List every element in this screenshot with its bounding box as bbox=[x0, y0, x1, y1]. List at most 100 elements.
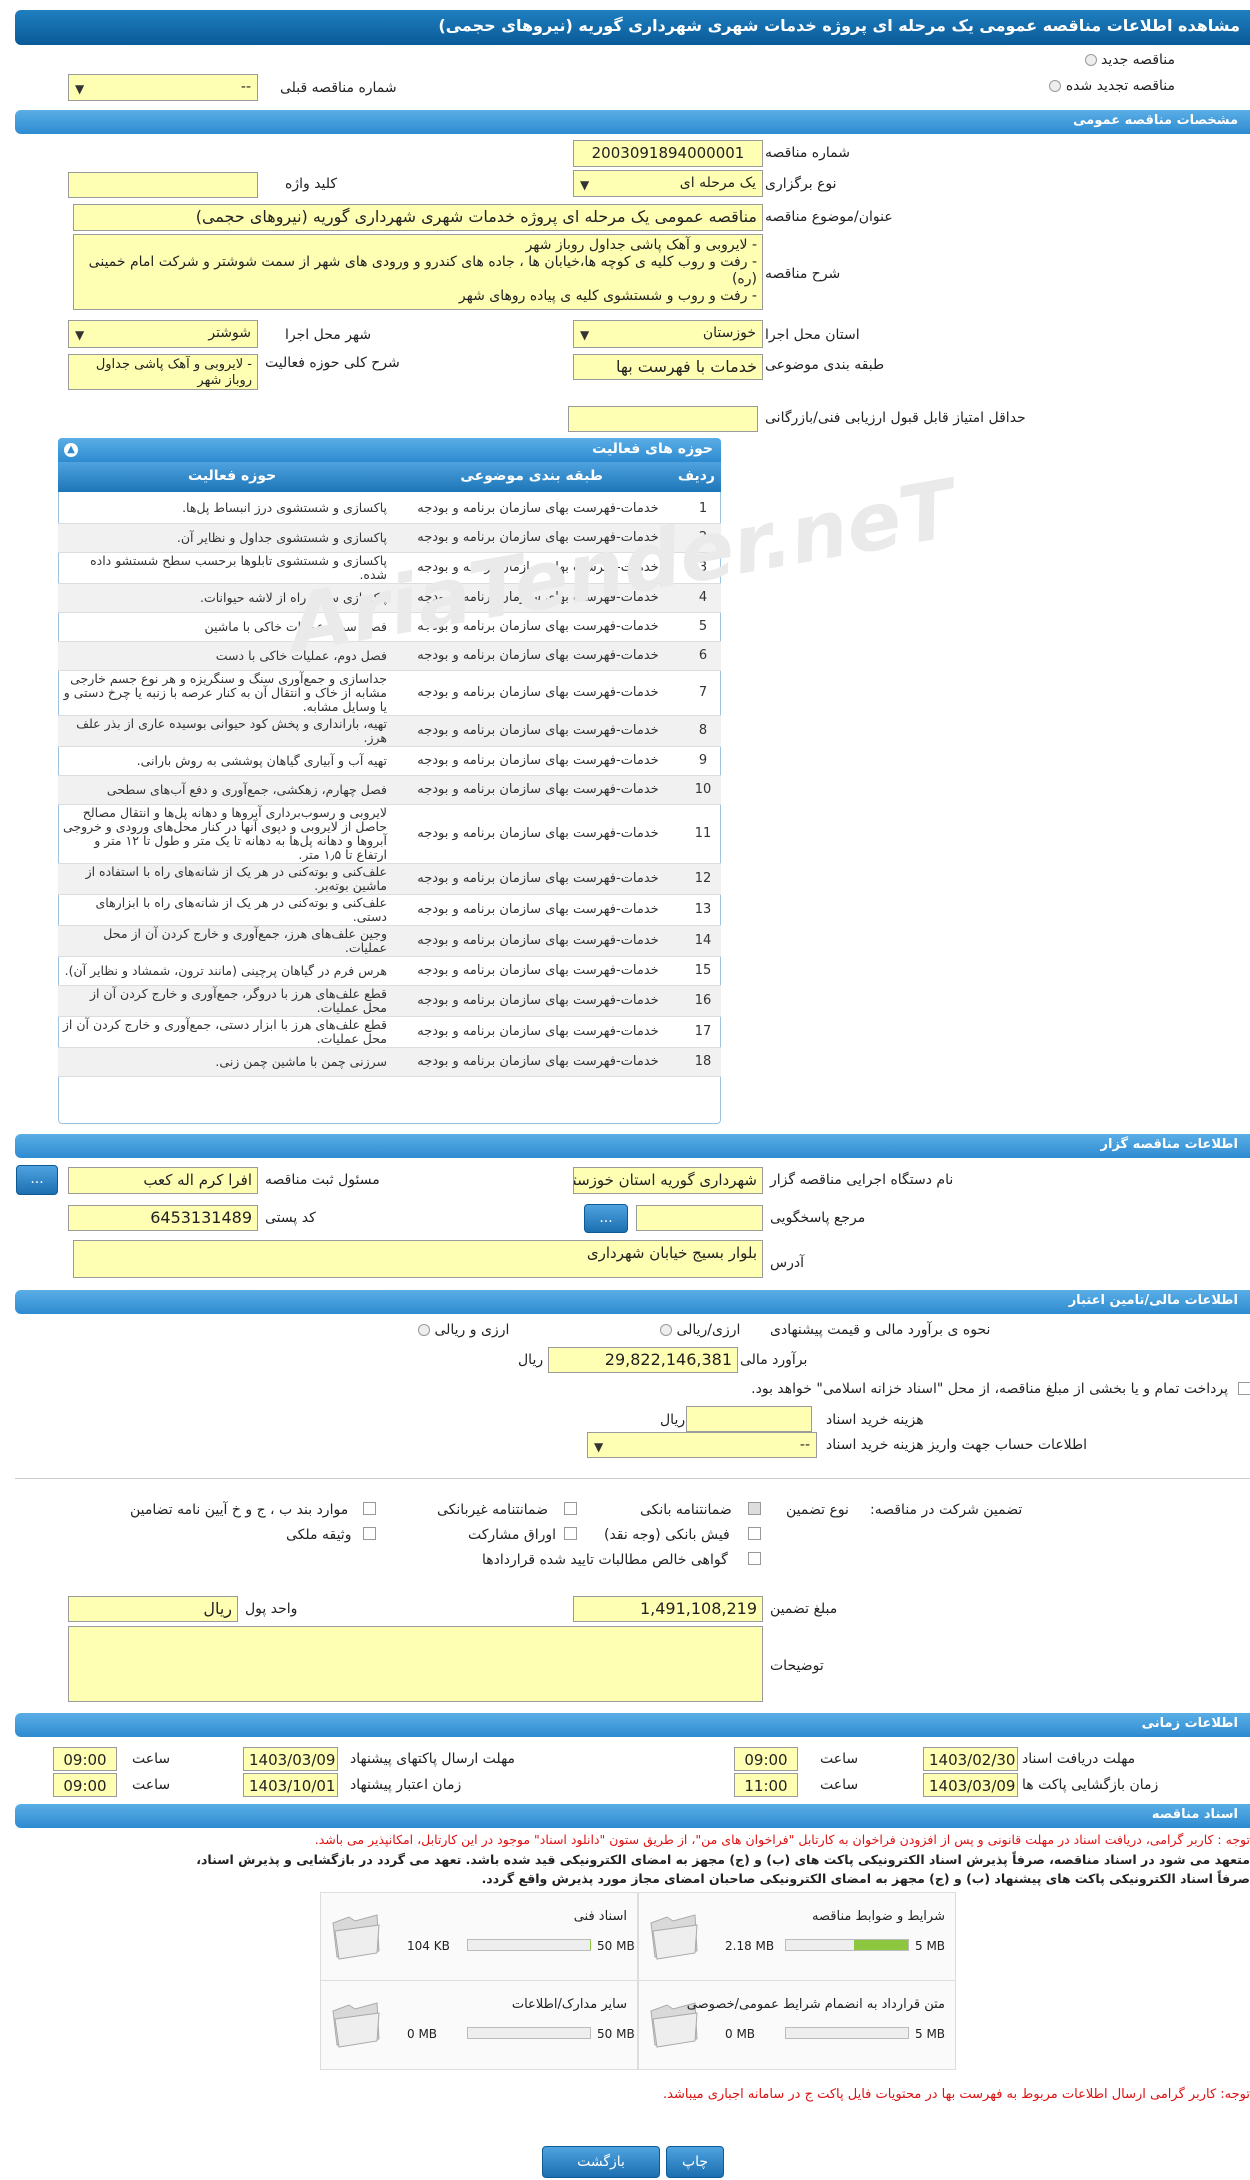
guarantee-claims-checkbox[interactable] bbox=[748, 1552, 761, 1565]
method-option-2-radio[interactable] bbox=[418, 1324, 430, 1336]
row-number: 12 bbox=[685, 863, 721, 895]
row-activity: جداسازی و جمع‌آوری سنگ و سنگریزه و هر نو… bbox=[58, 670, 391, 716]
treasury-checkbox[interactable] bbox=[1238, 1382, 1250, 1395]
document-file-box[interactable]: سایر مدارک/اطلاعات 50 MB 0 MB bbox=[320, 1980, 638, 2070]
document-file-box[interactable]: متن قرارداد به انضمام شرایط عمومی/خصوصی 5… bbox=[638, 1980, 956, 2070]
table-row: 14 خدمات-فهرست بهای سازمان برنامه و بودجه… bbox=[58, 925, 721, 957]
scope-field[interactable]: - لایروبی و آهک پاشی جداول روباز شهر bbox=[68, 354, 258, 390]
account-select[interactable]: -- ▼ bbox=[587, 1432, 817, 1458]
validity-date-field[interactable]: 1403/10/01 bbox=[243, 1773, 338, 1797]
row-number: 9 bbox=[685, 746, 721, 776]
row-activity: قطع علف‌های هرز با دروگر، جمع‌آوری و خار… bbox=[58, 985, 391, 1017]
guarantee-regulation-checkbox[interactable] bbox=[363, 1502, 376, 1515]
row-category: خدمات-فهرست بهای سازمان برنامه و بودجه bbox=[391, 715, 685, 747]
row-activity: هرس فرم در گیاهان پرچینی (مانند ترون، شم… bbox=[58, 956, 391, 986]
city-select[interactable]: شوشتر ▼ bbox=[68, 320, 258, 348]
responsible-field[interactable]: افرا کرم اله کعب bbox=[68, 1167, 258, 1194]
subject-field[interactable]: مناقصه عمومی یک مرحله ای پروژه خدمات شهر… bbox=[73, 204, 763, 231]
document-progress-bar bbox=[785, 2027, 909, 2039]
row-category: خدمات-فهرست بهای سازمان برنامه و بودجه bbox=[391, 746, 685, 776]
section-organizer: اطلاعات مناقصه گزار bbox=[15, 1134, 1250, 1158]
doc-fee-label: هزینه خرید اسناد bbox=[826, 1412, 924, 1428]
row-number: 13 bbox=[685, 894, 721, 926]
opening-date-field[interactable]: 1403/03/09 bbox=[923, 1773, 1018, 1797]
collapse-icon[interactable]: ▲ bbox=[64, 443, 78, 457]
header-category: طبقه بندی موضوعی bbox=[460, 468, 603, 484]
organization-label: نام دستگاه اجرایی مناقصه گزار bbox=[770, 1172, 954, 1188]
guarantee-amount-field[interactable]: 1,491,108,219 bbox=[573, 1596, 763, 1622]
send-date-field[interactable]: 1403/03/09 bbox=[243, 1747, 338, 1771]
postal-code-field[interactable]: 6453131489 bbox=[68, 1205, 258, 1231]
receive-time-field[interactable]: 09:00 bbox=[734, 1747, 798, 1771]
receive-date-field[interactable]: 1403/02/30 bbox=[923, 1747, 1018, 1771]
chevron-down-icon: ▼ bbox=[75, 82, 85, 96]
account-value: -- bbox=[799, 1437, 810, 1453]
validity-time-field[interactable]: 09:00 bbox=[53, 1773, 117, 1797]
reference-more-button[interactable]: ... bbox=[584, 1204, 628, 1233]
method-option-2[interactable]: ارزی و ریالی bbox=[418, 1322, 509, 1338]
table-row: 10 خدمات-فهرست بهای سازمان برنامه و بودجه… bbox=[58, 775, 721, 805]
document-max-size: 5 MB bbox=[915, 2027, 946, 2041]
category-field[interactable]: خدمات با فهرست بها bbox=[573, 354, 763, 380]
keyword-field[interactable] bbox=[68, 172, 258, 198]
guarantee-type-label: نوع تضمین bbox=[786, 1502, 849, 1518]
document-file-box[interactable]: اسناد فنی 50 MB 104 KB bbox=[320, 1892, 638, 1982]
prev-tender-select[interactable]: -- ▼ bbox=[68, 74, 258, 101]
send-deadline-label: مهلت ارسال پاکتهای پیشنهاد bbox=[350, 1751, 516, 1767]
reference-field[interactable] bbox=[636, 1205, 763, 1231]
method-option-1[interactable]: ارزی/ریالی bbox=[660, 1322, 740, 1338]
document-progress-bar bbox=[467, 1939, 591, 1951]
method-option-1-label: ارزی/ریالی bbox=[676, 1322, 741, 1338]
print-button[interactable]: چاپ bbox=[666, 2146, 724, 2178]
city-label: شهر محل اجرا bbox=[285, 327, 372, 343]
renewed-tender-radio[interactable] bbox=[1049, 80, 1062, 92]
row-activity: لایروبی و رسوب‌برداری آبروها و دهانه پل‌… bbox=[58, 804, 391, 864]
doc-fee-field[interactable] bbox=[686, 1406, 812, 1432]
activity-title-text: حوزه های فعالیت bbox=[592, 441, 713, 457]
guarantee-bonds-checkbox[interactable] bbox=[564, 1527, 577, 1540]
new-tender-radio[interactable] bbox=[1084, 54, 1097, 66]
row-number: 18 bbox=[685, 1047, 721, 1077]
row-number: 10 bbox=[685, 775, 721, 805]
province-select[interactable]: خوزستان ▼ bbox=[573, 320, 763, 348]
guarantee-bank-label: ضمانتنامه بانکی bbox=[640, 1502, 732, 1518]
guarantee-property-checkbox[interactable] bbox=[363, 1527, 376, 1540]
folder-icon bbox=[332, 2002, 380, 2048]
tender-number-field[interactable]: 2003091894000001 bbox=[573, 140, 763, 167]
chevron-down-icon: ▼ bbox=[594, 1440, 604, 1454]
organization-field[interactable]: شهرداری گوریه استان خوزستان bbox=[573, 1167, 763, 1194]
scope-label: شرح کلی حوزه فعالیت bbox=[265, 355, 400, 371]
description-label: شرح مناقصه bbox=[765, 266, 841, 282]
table-row: 15 خدمات-فهرست بهای سازمان برنامه و بودجه… bbox=[58, 956, 721, 986]
currency-field[interactable]: ریال bbox=[68, 1596, 238, 1622]
document-file-box[interactable]: شرایط و ضوابط مناقصه 5 MB 2.18 MB bbox=[638, 1892, 956, 1982]
document-name: شرایط و ضوابط مناقصه bbox=[812, 1909, 945, 1924]
row-activity: تهیه آب و آبیاری گیاهان پوششی به روش بار… bbox=[58, 746, 391, 776]
new-tender-option[interactable]: مناقصه جدید bbox=[1084, 52, 1175, 68]
guarantee-cash-checkbox[interactable] bbox=[748, 1527, 761, 1540]
notes-field[interactable] bbox=[68, 1626, 763, 1702]
method-option-1-radio[interactable] bbox=[660, 1324, 672, 1336]
responsible-more-button[interactable]: ... bbox=[16, 1165, 58, 1195]
address-label: آدرس bbox=[770, 1255, 804, 1271]
row-number: 14 bbox=[685, 925, 721, 957]
guarantee-nonbank-checkbox[interactable] bbox=[564, 1502, 577, 1515]
estimate-field[interactable]: 29,822,146,381 bbox=[548, 1347, 738, 1373]
type-select[interactable]: یک مرحله ای ▼ bbox=[573, 170, 763, 197]
treasury-note: پرداخت تمام و یا بخشی از مبلغ مناقصه، از… bbox=[751, 1381, 1228, 1397]
description-field[interactable]: - لایروبی و آهک پاشی جداول روباز شهر - ر… bbox=[73, 234, 763, 310]
reference-label: مرجع پاسخگویی bbox=[770, 1210, 866, 1226]
section-general: مشخصات مناقصه عمومی bbox=[15, 110, 1250, 134]
min-score-field[interactable] bbox=[568, 406, 758, 432]
docs-note-price-list: توجه: کاربر گرامی ارسال اطلاعات مربوط به… bbox=[663, 2087, 1250, 2102]
send-time-label: ساعت bbox=[132, 1751, 171, 1767]
address-field[interactable]: بلوار بسیج خیابان شهرداری bbox=[73, 1240, 763, 1278]
back-button[interactable]: بازگشت bbox=[542, 2146, 660, 2178]
renewed-tender-option[interactable]: مناقصه تجدید شده bbox=[1049, 78, 1175, 94]
row-activity: وجین علف‌های هرز، جمع‌آوری و خارج کردن آ… bbox=[58, 925, 391, 957]
notes-label: توضیحات bbox=[770, 1658, 824, 1674]
guarantee-bank-checkbox[interactable] bbox=[748, 1502, 761, 1515]
chevron-down-icon: ▼ bbox=[75, 328, 85, 342]
opening-time-field[interactable]: 11:00 bbox=[734, 1773, 798, 1797]
send-time-field[interactable]: 09:00 bbox=[53, 1747, 117, 1771]
